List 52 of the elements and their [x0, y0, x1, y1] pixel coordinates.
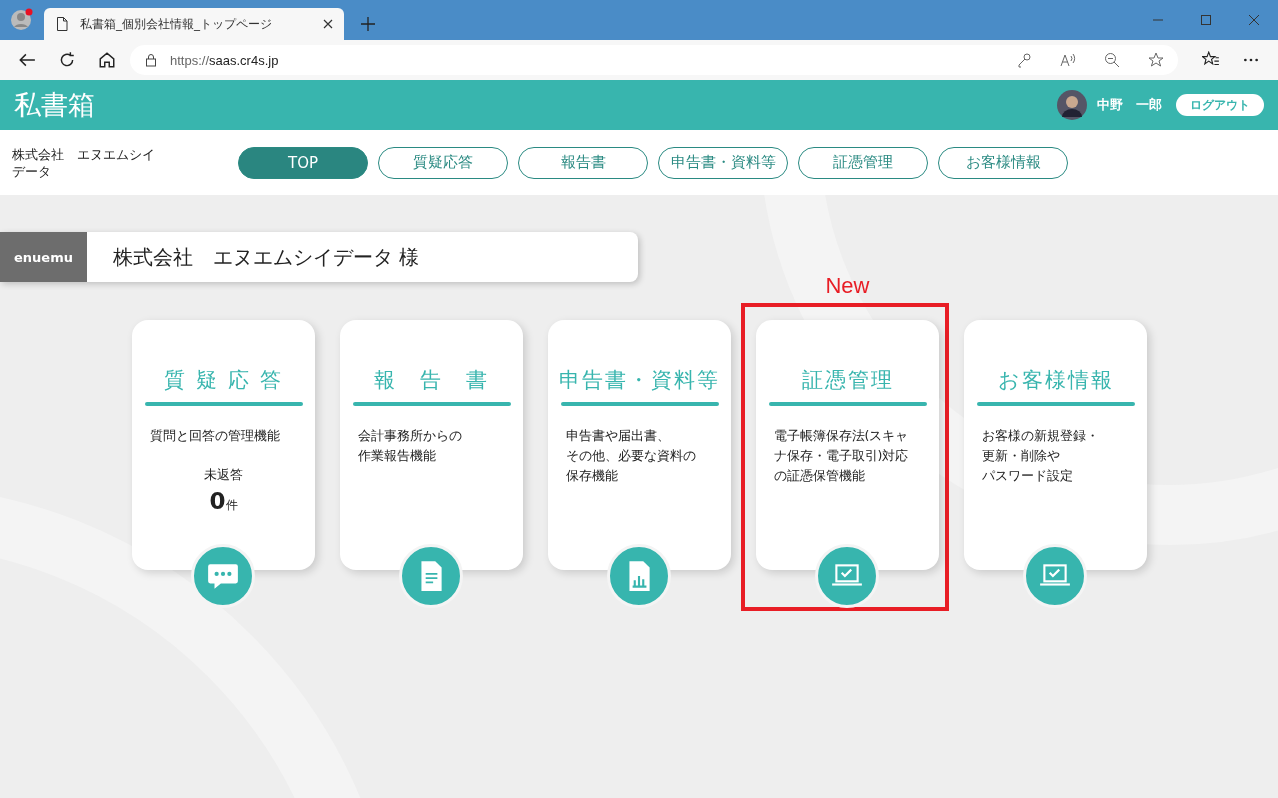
- tab-title: 私書箱_個別会社情報_トップページ: [80, 15, 273, 33]
- lock-icon: [144, 53, 158, 67]
- company-name: 株式会社 エヌエムシイデータ: [12, 145, 156, 180]
- card-title: 申告書・資料等: [559, 367, 720, 394]
- card-description: パスワード設定: [981, 467, 1073, 485]
- card-title: 証憑管理: [801, 367, 894, 394]
- card-title: 報 告 書: [374, 367, 489, 394]
- close-icon[interactable]: [322, 18, 334, 30]
- close-window-icon[interactable]: [1248, 14, 1260, 26]
- key-icon[interactable]: [1016, 52, 1032, 68]
- pending-label: 未返答: [204, 466, 243, 484]
- browser-tab[interactable]: 私書箱_個別会社情報_トップページ: [44, 8, 344, 40]
- card-description: 会計事務所からの: [357, 427, 462, 445]
- feature-card[interactable]: 証憑管理 電子帳簿保存法(スキャ ナ保存・電子取引)対応 の証憑保管機能: [756, 320, 939, 570]
- pending-count: 0件: [209, 488, 238, 514]
- nav-tab[interactable]: お客様情報: [938, 146, 1068, 179]
- user-avatar: [1057, 90, 1087, 120]
- page-icon: [54, 16, 70, 32]
- maximize-icon[interactable]: [1200, 14, 1212, 26]
- nav-tab[interactable]: 報告書: [518, 146, 648, 179]
- star-icon[interactable]: [1148, 52, 1164, 68]
- new-tab-icon[interactable]: [360, 16, 376, 32]
- feature-card[interactable]: 報 告 書 会計事務所からの 作業報告機能: [340, 320, 523, 570]
- company-title: 株式会社 エヌエムシイデータ 様: [113, 243, 420, 271]
- feature-card[interactable]: 申告書・資料等 申告書や届出書、 その他、必要な資料の 保存機能: [548, 320, 731, 570]
- app-logo: 私書箱: [14, 88, 95, 122]
- address-bar[interactable]: https://saas.cr4s.jp: [130, 45, 1178, 75]
- zoom-out-icon[interactable]: [1104, 52, 1120, 68]
- nav-tab[interactable]: 申告書・資料等: [658, 146, 788, 179]
- nav-tab[interactable]: 質疑応答: [378, 146, 508, 179]
- card-description: の証憑保管機能: [773, 467, 865, 485]
- card-description: 保存機能: [565, 467, 618, 485]
- user-name: 中野 一郎: [1097, 96, 1162, 114]
- nav-tab[interactable]: TOP: [238, 146, 368, 179]
- card-title: お客様情報: [997, 367, 1114, 394]
- new-label: New: [824, 273, 871, 299]
- card-title: 質 疑 応 答: [164, 367, 283, 394]
- company-tag: enuemu: [0, 232, 87, 282]
- card-description: ナ保存・電子取引)対応: [773, 447, 909, 465]
- nav-tab[interactable]: 証憑管理: [798, 146, 928, 179]
- card-description: 申告書や届出書、: [565, 427, 670, 445]
- read-aloud-icon[interactable]: [1060, 52, 1076, 68]
- feature-card[interactable]: お客様情報 お客様の新規登録・ 更新・削除や パスワード設定: [964, 320, 1147, 570]
- card-description: 電子帳簿保存法(スキャ: [773, 427, 909, 445]
- card-description: その他、必要な資料の: [565, 447, 696, 465]
- url-text: https://saas.cr4s.jp: [170, 52, 279, 68]
- profile-avatar-icon[interactable]: [10, 8, 34, 32]
- card-description: 作業報告機能: [357, 447, 436, 465]
- feature-card[interactable]: 質 疑 応 答 質問と回答の管理機能 未返答 0件: [132, 320, 315, 570]
- card-description: 質問と回答の管理機能: [149, 427, 280, 445]
- card-description: 更新・削除や: [981, 447, 1060, 465]
- card-description: お客様の新規登録・: [981, 427, 1099, 445]
